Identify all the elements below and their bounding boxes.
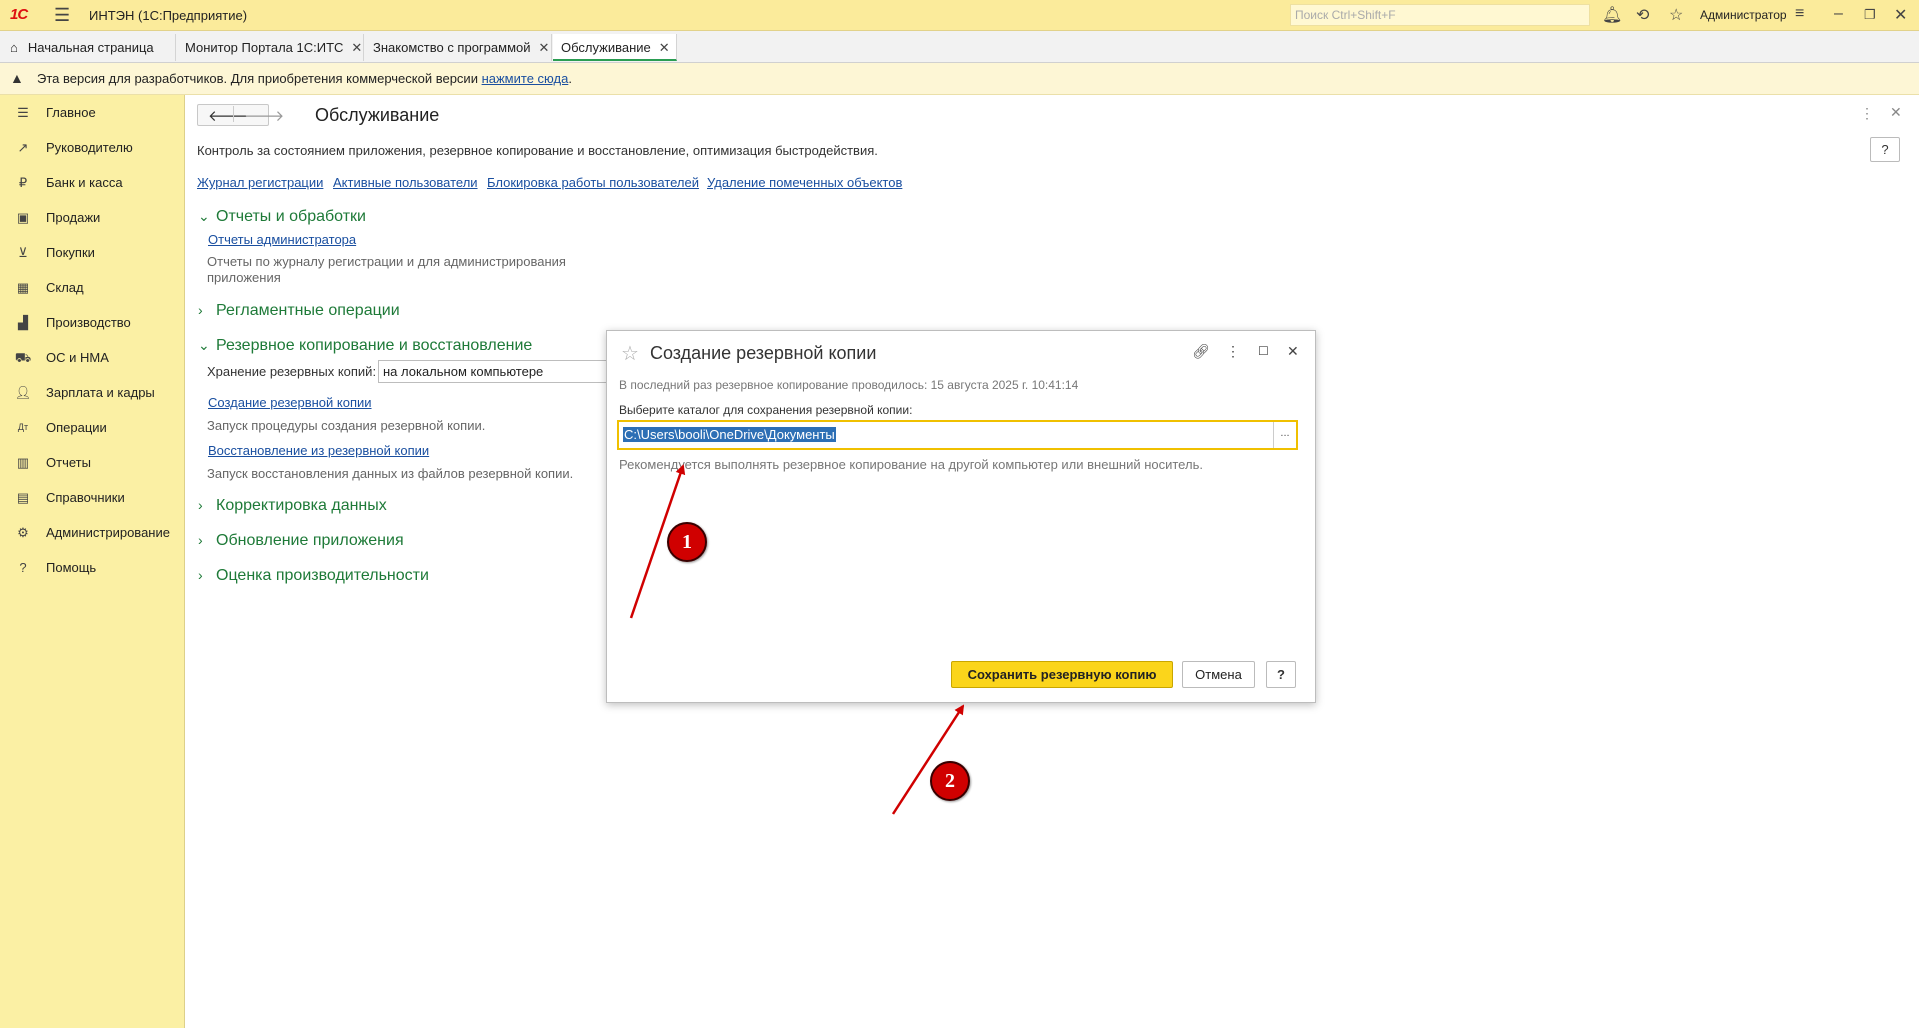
step-marker-2: 2 [930, 761, 970, 801]
step-marker-1: 1 [667, 522, 707, 562]
annotation-arrows [629, 464, 965, 815]
